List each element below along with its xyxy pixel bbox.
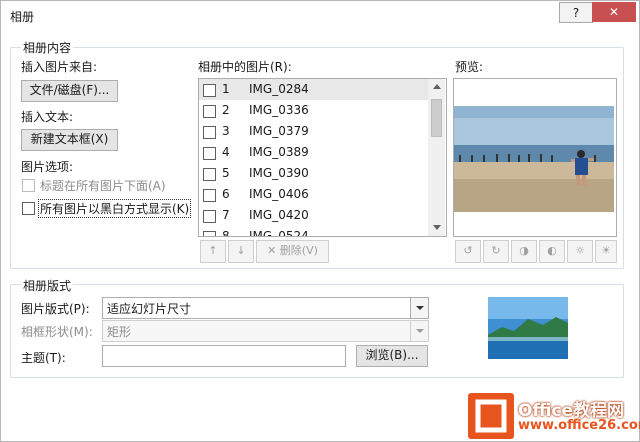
dropdown-arrow-icon[interactable] — [410, 298, 428, 318]
picture-name: IMG_0390 — [249, 166, 309, 180]
picture-list[interactable]: 1 IMG_0284 2 IMG_0336 3 IMG_0379 4 IMG_0… — [198, 78, 447, 237]
delete-button[interactable]: ✕ 删除(V) — [256, 240, 329, 263]
caption-checkbox[interactable] — [22, 179, 35, 192]
rotate-right-button[interactable]: ↻ — [483, 240, 509, 263]
picture-list-item[interactable]: 1 IMG_0284 — [199, 79, 428, 100]
picture-number: 7 — [222, 208, 230, 222]
picture-name: IMG_0336 — [249, 103, 309, 117]
move-down-button[interactable]: ↓ — [228, 240, 254, 263]
scroll-thumb[interactable] — [431, 99, 442, 137]
black-white-option-label: 所有图片以黑白方式显示(K) — [38, 199, 192, 218]
picture-checkbox[interactable] — [203, 210, 216, 223]
title-bar: 相册 ? ✕ — [1, 1, 639, 31]
picture-number: 5 — [222, 166, 230, 180]
picture-number: 8 — [222, 229, 230, 237]
layout-preview-thumbnail — [488, 297, 568, 359]
picture-number: 4 — [222, 145, 230, 159]
move-up-button[interactable]: ↑ — [200, 240, 226, 263]
picture-checkbox[interactable] — [203, 126, 216, 139]
picture-name: IMG_0406 — [249, 187, 309, 201]
browse-button[interactable]: 浏览(B)... — [356, 345, 428, 367]
picture-checkbox[interactable] — [203, 168, 216, 181]
picture-number: 1 — [222, 82, 230, 96]
picture-layout-value: 适应幻灯片尺寸 — [107, 302, 192, 316]
picture-name: IMG_0524 — [249, 229, 309, 237]
picture-name: IMG_0389 — [249, 145, 309, 159]
picture-options-label: 图片选项: — [21, 160, 74, 174]
picture-checkbox[interactable] — [203, 147, 216, 160]
close-button[interactable]: ✕ — [592, 2, 636, 22]
picture-list-item[interactable]: 8 IMG_0524 — [199, 226, 428, 237]
picture-checkbox[interactable] — [203, 84, 216, 97]
album-dialog: 相册 ? ✕ 相册内容 插入图片来自: 文件/磁盘(F)... 插入文本: 新建… — [0, 0, 640, 442]
scroll-down-arrow-icon[interactable] — [433, 225, 441, 230]
frame-shape-select[interactable]: 矩形 — [102, 320, 429, 342]
picture-list-item[interactable]: 7 IMG_0420 — [199, 205, 428, 226]
picture-list-item[interactable]: 5 IMG_0390 — [199, 163, 428, 184]
album-content-title: 相册内容 — [21, 39, 74, 56]
watermark-logo: Office教程网 www.office26.com — [468, 393, 640, 439]
insert-from-label: 插入图片来自: — [21, 60, 98, 74]
picture-checkbox[interactable] — [203, 189, 216, 202]
picture-list-item[interactable]: 3 IMG_0379 — [199, 121, 428, 142]
caption-option-label: 标题在所有图片下面(A) — [40, 179, 166, 193]
picture-list-item[interactable]: 6 IMG_0406 — [199, 184, 428, 205]
picture-layout-label: 图片版式(P): — [21, 302, 90, 316]
picture-name: IMG_0284 — [249, 82, 309, 96]
picture-name: IMG_0420 — [249, 208, 309, 222]
picture-number: 2 — [222, 103, 230, 117]
picture-list-item[interactable]: 4 IMG_0389 — [199, 142, 428, 163]
picture-number: 6 — [222, 187, 230, 201]
preview-label: 预览: — [455, 60, 484, 74]
help-button[interactable]: ? — [559, 2, 593, 23]
picture-list-header: 相册中的图片(R): — [198, 60, 292, 74]
preview-beach-photo — [454, 106, 614, 212]
theme-input[interactable] — [102, 345, 346, 367]
picture-checkbox[interactable] — [203, 105, 216, 118]
brightness-up-button[interactable]: ☼ — [567, 240, 593, 263]
picture-layout-select[interactable]: 适应幻灯片尺寸 — [102, 297, 429, 319]
theme-label: 主题(T): — [21, 351, 66, 365]
preview-pane — [453, 78, 617, 237]
contrast-down-button[interactable]: ◐ — [539, 240, 565, 263]
scroll-up-arrow-icon[interactable] — [433, 84, 441, 89]
picture-number: 3 — [222, 124, 230, 138]
new-textbox-button[interactable]: 新建文本框(X) — [21, 129, 118, 151]
contrast-up-button[interactable]: ◑ — [511, 240, 537, 263]
dropdown-arrow-icon[interactable] — [410, 321, 428, 341]
frame-shape-label: 相框形状(M): — [21, 325, 93, 339]
office-logo-icon — [468, 393, 514, 439]
rotate-left-button[interactable]: ↺ — [455, 240, 481, 263]
brightness-down-button[interactable]: ☀ — [595, 240, 617, 263]
frame-shape-value: 矩形 — [107, 325, 132, 339]
insert-text-label: 插入文本: — [21, 110, 74, 124]
picture-list-item[interactable]: 2 IMG_0336 — [199, 100, 428, 121]
black-white-checkbox[interactable] — [22, 202, 35, 215]
picture-list-scrollbar[interactable] — [428, 79, 445, 236]
file-disk-button[interactable]: 文件/磁盘(F)... — [21, 80, 118, 102]
watermark-url: www.office26.com — [518, 418, 640, 433]
picture-checkbox[interactable] — [203, 231, 216, 236]
picture-name: IMG_0379 — [249, 124, 309, 138]
album-layout-title: 相册版式 — [21, 277, 74, 294]
dialog-title: 相册 — [10, 10, 35, 24]
